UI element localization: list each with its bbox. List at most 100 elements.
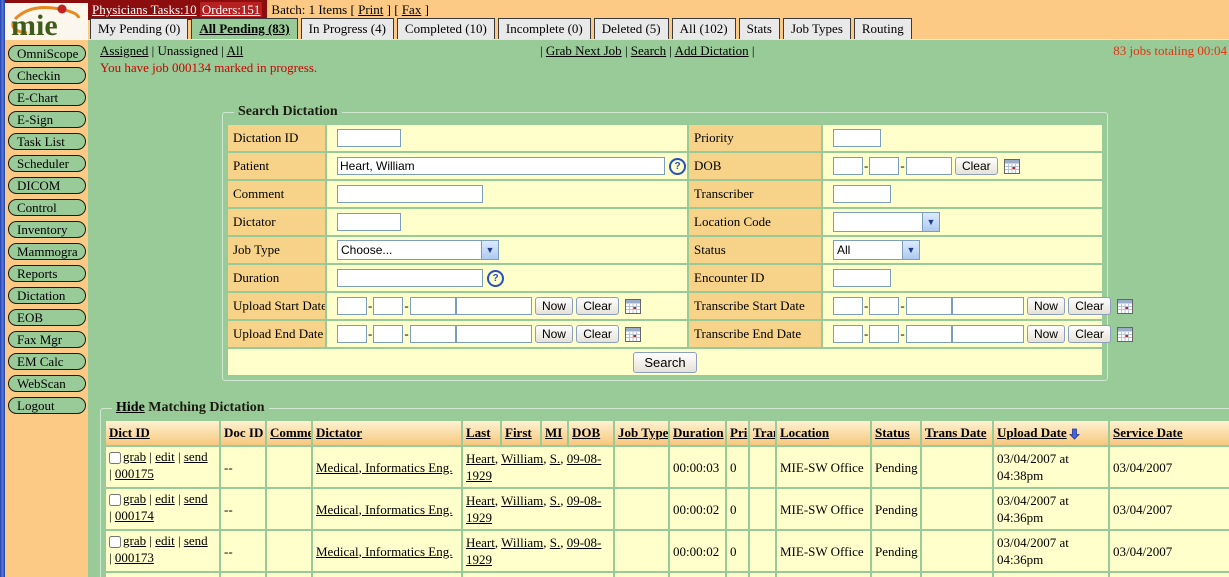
dictator-input[interactable] xyxy=(337,213,401,231)
col-upload-date[interactable]: Upload Date xyxy=(994,421,1108,445)
priority-input[interactable] xyxy=(833,129,881,147)
col-status[interactable]: Status xyxy=(872,421,920,445)
patient-input[interactable] xyxy=(337,157,665,175)
hide-link[interactable]: Hide xyxy=(116,400,145,415)
upload-end-year-input[interactable] xyxy=(410,325,456,343)
calendar-icon[interactable] xyxy=(1117,327,1133,342)
col-pri[interactable]: Pri xyxy=(727,421,748,445)
comment-input[interactable] xyxy=(337,185,483,203)
tab-incomplete[interactable]: Incomplete (0) xyxy=(498,18,591,39)
col-duration[interactable]: Duration xyxy=(670,421,725,445)
dictation-id-input[interactable] xyxy=(337,129,401,147)
sidebar-item-control[interactable]: Control xyxy=(8,199,86,216)
send-link[interactable]: send xyxy=(184,449,208,464)
patient-first-link[interactable]: William xyxy=(501,493,543,508)
dictator-link[interactable]: Medical, Informatics Eng. xyxy=(316,544,452,559)
job-type-select[interactable]: Choose...▼ xyxy=(337,240,499,260)
col-trans-date[interactable]: Trans Date xyxy=(922,421,992,445)
sidebar-item-task-list[interactable]: Task List xyxy=(8,133,86,150)
dict-id-link[interactable]: 000174 xyxy=(115,508,154,523)
edit-link[interactable]: edit xyxy=(155,449,175,464)
help-icon[interactable]: ? xyxy=(487,270,504,287)
edit-link[interactable]: edit xyxy=(155,533,175,548)
row-checkbox[interactable] xyxy=(109,452,121,464)
sidebar-item-logout[interactable]: Logout xyxy=(8,397,86,414)
send-link[interactable]: send xyxy=(184,491,208,506)
col-job-type[interactable]: Job Type xyxy=(615,421,668,445)
fax-link[interactable]: Fax xyxy=(402,2,422,17)
sidebar-item-fax-mgr[interactable]: Fax Mgr xyxy=(8,331,86,348)
patient-last-link[interactable]: Heart xyxy=(466,451,495,466)
upload-start-day-input[interactable] xyxy=(373,297,403,315)
tab-in-progress[interactable]: In Progress (4) xyxy=(301,18,394,39)
patient-mi-link[interactable]: S. xyxy=(550,493,560,508)
tab-routing[interactable]: Routing xyxy=(854,18,912,39)
upload-end-time-input[interactable] xyxy=(456,325,532,343)
transcribe-start-month-input[interactable] xyxy=(833,297,863,315)
grab-link[interactable]: grab xyxy=(123,491,146,506)
status-select[interactable]: All▼ xyxy=(833,240,920,260)
sidebar-item-mammography[interactable]: Mammogra xyxy=(8,243,86,260)
sidebar-item-inventory[interactable]: Inventory xyxy=(8,221,86,238)
sidebar-item-esign[interactable]: E-Sign xyxy=(8,111,86,128)
help-icon[interactable]: ? xyxy=(669,158,686,175)
col-dictator[interactable]: Dictator xyxy=(313,421,461,445)
transcribe-end-day-input[interactable] xyxy=(869,325,899,343)
edit-link[interactable]: edit xyxy=(155,491,175,506)
dict-id-link[interactable]: 000173 xyxy=(115,550,154,565)
col-first[interactable]: First xyxy=(502,421,540,445)
dob-year-input[interactable] xyxy=(906,157,952,175)
calendar-icon[interactable] xyxy=(625,299,641,314)
tab-my-pending[interactable]: My Pending (0) xyxy=(90,18,188,39)
patient-last-link[interactable]: Heart xyxy=(466,535,495,550)
upload-start-time-input[interactable] xyxy=(456,297,532,315)
calendar-icon[interactable] xyxy=(1117,299,1133,314)
grab-link[interactable]: grab xyxy=(123,533,146,548)
all-link[interactable]: All xyxy=(227,43,244,58)
col-trans[interactable]: Trans xyxy=(750,421,775,445)
row-checkbox[interactable] xyxy=(109,494,121,506)
patient-first-link[interactable]: William xyxy=(501,535,543,550)
print-link[interactable]: Print xyxy=(358,2,383,17)
dob-clear-button[interactable]: Clear xyxy=(955,157,998,175)
upload-end-clear-button[interactable]: Clear xyxy=(576,325,619,343)
col-comment[interactable]: Comment xyxy=(267,421,311,445)
physicians-tasks-link[interactable]: Physicians Tasks:10 xyxy=(92,2,197,17)
tab-deleted[interactable]: Deleted (5) xyxy=(594,18,669,39)
sidebar-item-omniscope[interactable]: OmniScope xyxy=(8,45,86,62)
search-button[interactable]: Search xyxy=(633,352,696,373)
transcribe-end-clear-button[interactable]: Clear xyxy=(1068,325,1111,343)
sidebar-item-dictation[interactable]: Dictation xyxy=(8,287,86,304)
encounter-id-input[interactable] xyxy=(833,269,891,287)
assigned-link[interactable]: Assigned xyxy=(100,43,148,58)
upload-end-day-input[interactable] xyxy=(373,325,403,343)
sidebar-item-webscan[interactable]: WebScan xyxy=(8,375,86,392)
add-dictation-link[interactable]: Add Dictation xyxy=(675,43,749,58)
transcribe-start-day-input[interactable] xyxy=(869,297,899,315)
upload-start-clear-button[interactable]: Clear xyxy=(576,297,619,315)
upload-end-now-button[interactable]: Now xyxy=(535,325,573,343)
dob-month-input[interactable] xyxy=(833,157,863,175)
patient-mi-link[interactable]: S. xyxy=(550,451,560,466)
tab-all-pending[interactable]: All Pending (83) xyxy=(191,18,297,39)
dictator-link[interactable]: Medical, Informatics Eng. xyxy=(316,502,452,517)
transcribe-end-year-input[interactable] xyxy=(906,325,952,343)
transcribe-end-now-button[interactable]: Now xyxy=(1027,325,1065,343)
upload-start-year-input[interactable] xyxy=(410,297,456,315)
calendar-icon[interactable] xyxy=(1004,159,1020,174)
upload-start-now-button[interactable]: Now xyxy=(535,297,573,315)
upload-start-month-input[interactable] xyxy=(337,297,367,315)
transcribe-start-clear-button[interactable]: Clear xyxy=(1068,297,1111,315)
search-link[interactable]: Search xyxy=(631,43,666,58)
tab-stats[interactable]: Stats xyxy=(739,18,780,39)
upload-end-month-input[interactable] xyxy=(337,325,367,343)
location-code-select[interactable]: ▼ xyxy=(833,212,940,232)
transcribe-end-time-input[interactable] xyxy=(952,325,1024,343)
dict-id-link[interactable]: 000175 xyxy=(115,466,154,481)
transcribe-start-now-button[interactable]: Now xyxy=(1027,297,1065,315)
dob-day-input[interactable] xyxy=(869,157,899,175)
sidebar-item-reports[interactable]: Reports xyxy=(8,265,86,282)
patient-first-link[interactable]: William xyxy=(501,451,543,466)
send-link[interactable]: send xyxy=(184,533,208,548)
sidebar-item-scheduler[interactable]: Scheduler xyxy=(8,155,86,172)
